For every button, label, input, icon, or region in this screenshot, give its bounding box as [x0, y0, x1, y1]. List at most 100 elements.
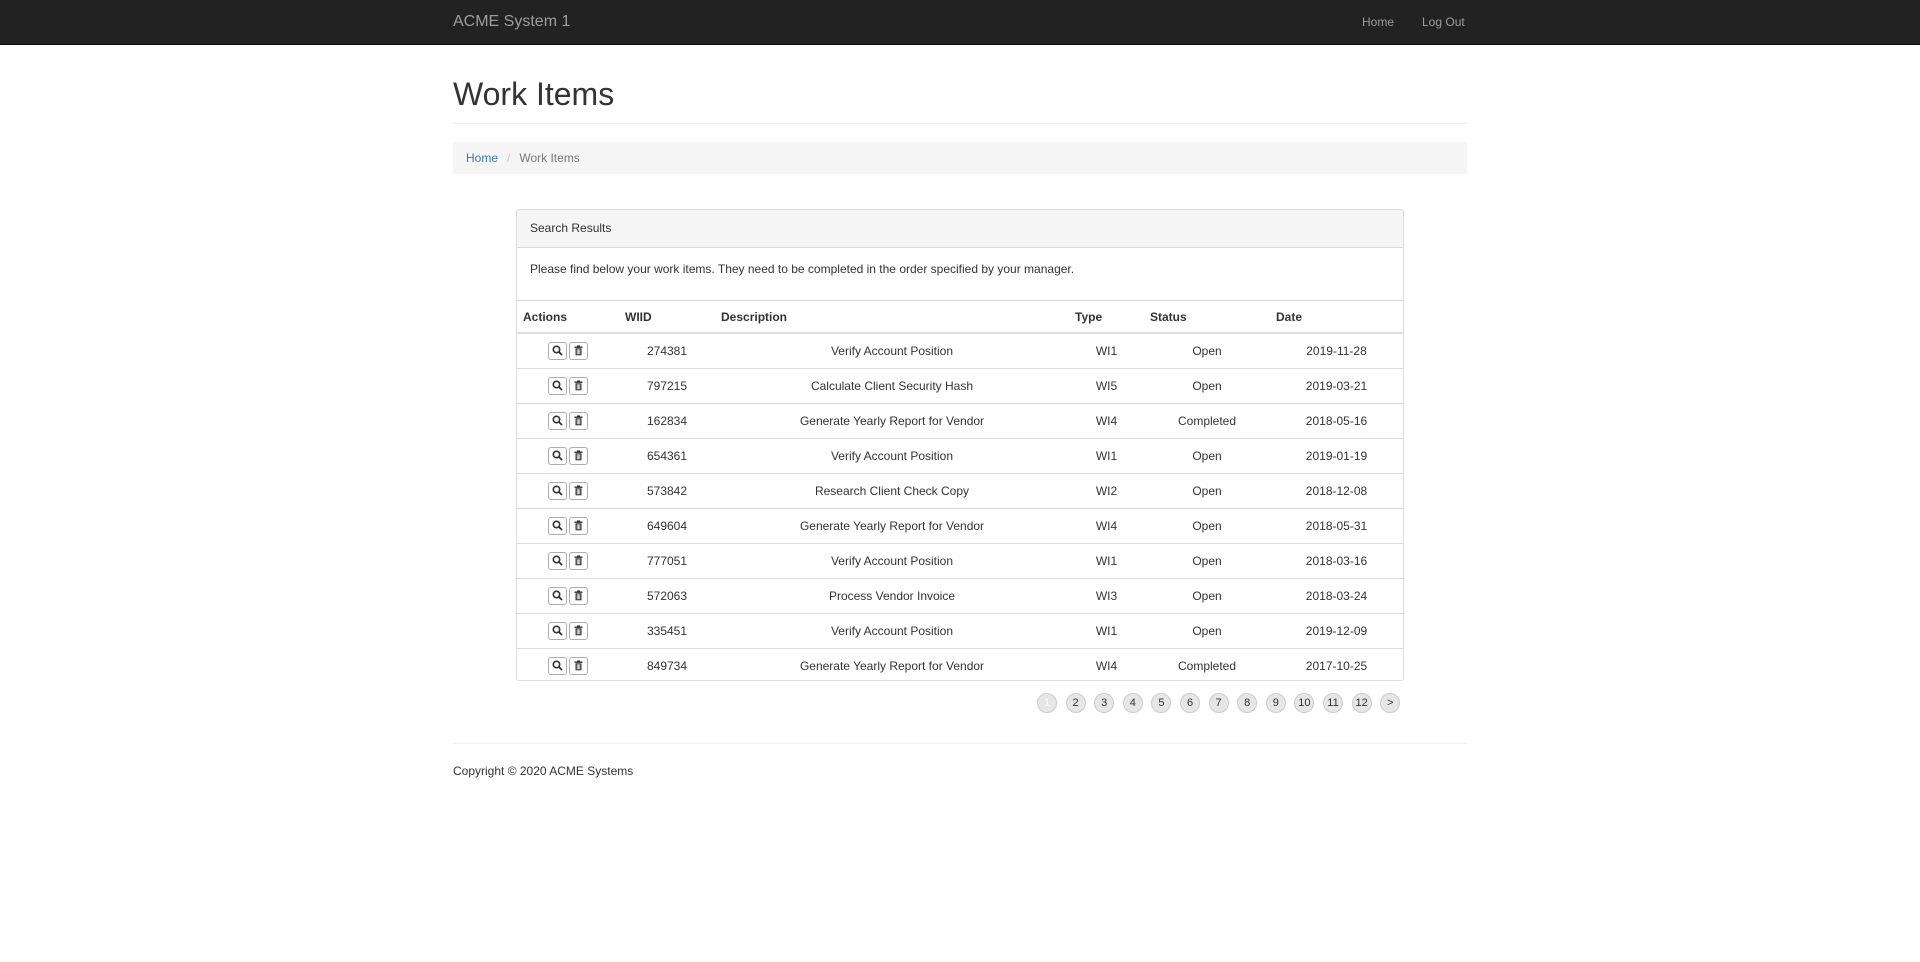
- delete-button[interactable]: [569, 376, 588, 395]
- table-row: 849734 Generate Yearly Report for Vendor W…: [517, 647, 1403, 683]
- table-row: 274381 Verify Account Position WI1 Open 2019…: [517, 333, 1403, 368]
- delete-button[interactable]: [569, 481, 588, 500]
- cell-status: Open: [1144, 472, 1270, 508]
- pagination-page[interactable]: 7: [1208, 693, 1229, 713]
- pagination-page[interactable]: 6: [1180, 693, 1200, 713]
- view-button[interactable]: [548, 656, 567, 675]
- view-button[interactable]: [548, 621, 567, 640]
- view-button[interactable]: [548, 516, 567, 535]
- cell-description: Generate Yearly Report for Vendor: [715, 507, 1069, 543]
- breadcrumb-separator: /: [507, 151, 511, 165]
- pagination-page[interactable]: 10: [1294, 693, 1315, 713]
- row-actions: [517, 402, 619, 438]
- header-divider: [453, 123, 1467, 124]
- pagination-page[interactable]: 1: [1037, 693, 1057, 713]
- pagination-page[interactable]: 3: [1094, 693, 1115, 713]
- cell-type: WI3: [1069, 577, 1144, 613]
- cell-type: WI1: [1069, 542, 1144, 578]
- cell-status: Completed: [1144, 647, 1270, 683]
- pagination-page[interactable]: 5: [1151, 693, 1172, 713]
- top-navbar: ACME System 1 Home Log Out: [0, 0, 1920, 45]
- cell-wiid: 654361: [619, 437, 715, 473]
- cell-wiid: 573842: [619, 472, 715, 508]
- table-row: 777051 Verify Account Position WI1 Open 2018…: [517, 542, 1403, 578]
- cell-wiid: 335451: [619, 612, 715, 648]
- cell-status: Open: [1144, 542, 1270, 578]
- view-button[interactable]: [548, 481, 567, 500]
- cell-description: Verify Account Position: [715, 542, 1069, 578]
- delete-button[interactable]: [569, 586, 588, 605]
- cell-type: WI1: [1095, 343, 1118, 358]
- table-row: 573842 Research Client Check Copy WI2 Open 2…: [517, 472, 1403, 508]
- cell-date: 2018-05-16: [1270, 402, 1403, 438]
- nav-home-link[interactable]: Home: [1362, 15, 1394, 29]
- cell-date: 2019-11-28: [1306, 343, 1367, 358]
- delete-button[interactable]: [569, 411, 588, 430]
- pagination-next[interactable]: >: [1380, 693, 1401, 713]
- pagination-page[interactable]: 2: [1065, 693, 1086, 713]
- view-button[interactable]: [548, 446, 567, 465]
- pagination-page[interactable]: 8: [1237, 693, 1258, 713]
- pagination-page[interactable]: 9: [1265, 693, 1286, 713]
- cell-type: WI4: [1069, 647, 1144, 683]
- pagination-page[interactable]: 12: [1351, 693, 1372, 713]
- row-actions: [517, 437, 619, 473]
- panel-heading: Search Results: [517, 210, 1403, 248]
- cell-wiid: 162834: [619, 402, 715, 438]
- pagination-page[interactable]: 11: [1323, 693, 1343, 713]
- view-button[interactable]: [548, 586, 567, 605]
- cell-type: WI4: [1069, 402, 1144, 438]
- cell-description: Verify Account Position: [715, 437, 1069, 473]
- cell-type: WI4: [1069, 507, 1144, 543]
- breadcrumb-current: Work Items: [519, 151, 580, 165]
- breadcrumb-home-link[interactable]: Home: [466, 151, 498, 165]
- delete-button[interactable]: [569, 341, 588, 360]
- work-items-table: Actions WIID Description Type Status Dat…: [517, 301, 1403, 683]
- cell-date: 2018-12-08: [1270, 472, 1403, 508]
- cell-status: Open: [1192, 343, 1222, 358]
- view-button[interactable]: [548, 411, 567, 430]
- cell-date: 2019-12-09: [1270, 612, 1403, 648]
- view-button[interactable]: [548, 376, 567, 395]
- cell-status: Open: [1144, 507, 1270, 543]
- pagination-page[interactable]: 4: [1122, 693, 1143, 713]
- cell-wiid: 649604: [619, 507, 715, 543]
- brand-link[interactable]: ACME System 1: [453, 13, 570, 31]
- cell-date: 2018-03-24: [1270, 577, 1403, 613]
- table-row: 797215 Calculate Client Security Hash WI5 O…: [517, 367, 1403, 403]
- cell-type: WI5: [1069, 367, 1144, 403]
- cell-description: Generate Yearly Report for Vendor: [715, 402, 1069, 438]
- search-results-panel: Search Results Please find below your wo…: [516, 209, 1404, 683]
- table-row: 162834 Generate Yearly Report for Vendor W…: [517, 402, 1403, 438]
- table-row: 649604 Generate Yearly Report for Vendor W…: [517, 507, 1403, 543]
- cell-description: Generate Yearly Report for Vendor: [715, 647, 1069, 683]
- view-button[interactable]: [548, 341, 567, 360]
- cell-wiid: 849734: [619, 647, 715, 683]
- row-actions: [517, 577, 619, 613]
- cell-status: Completed: [1144, 402, 1270, 438]
- footer-copyright: Copyright © 2020 ACME Systems: [453, 764, 634, 778]
- panel-intro-text: Please find below your work items. They …: [517, 248, 1403, 301]
- row-actions: [517, 472, 619, 508]
- table-body: 274381 Verify Account Position WI1 Open 2019…: [517, 333, 1403, 683]
- delete-button[interactable]: [569, 656, 588, 675]
- cell-description: Verify Account Position: [715, 612, 1069, 648]
- cell-wiid: 777051: [619, 542, 715, 578]
- cell-date: 2019-01-19: [1270, 437, 1403, 473]
- nav-logout-link[interactable]: Log Out: [1422, 15, 1465, 29]
- header-date: Date: [1270, 301, 1403, 334]
- header-wiid: WIID: [619, 301, 715, 334]
- cell-description: Calculate Client Security Hash: [715, 367, 1069, 403]
- delete-button[interactable]: [569, 621, 588, 640]
- cell-type: WI2: [1069, 472, 1144, 508]
- delete-button[interactable]: [569, 516, 588, 535]
- row-actions: [517, 367, 619, 403]
- table-row: 572063 Process Vendor Invoice WI3 Open 2018-…: [517, 577, 1403, 613]
- cell-wiid: 797215: [619, 367, 715, 403]
- delete-button[interactable]: [569, 446, 588, 465]
- cell-description: Verify Account Position: [830, 343, 954, 358]
- header-description: Description: [715, 301, 1069, 334]
- delete-button[interactable]: [569, 551, 588, 570]
- row-actions: [517, 333, 619, 368]
- view-button[interactable]: [548, 551, 567, 570]
